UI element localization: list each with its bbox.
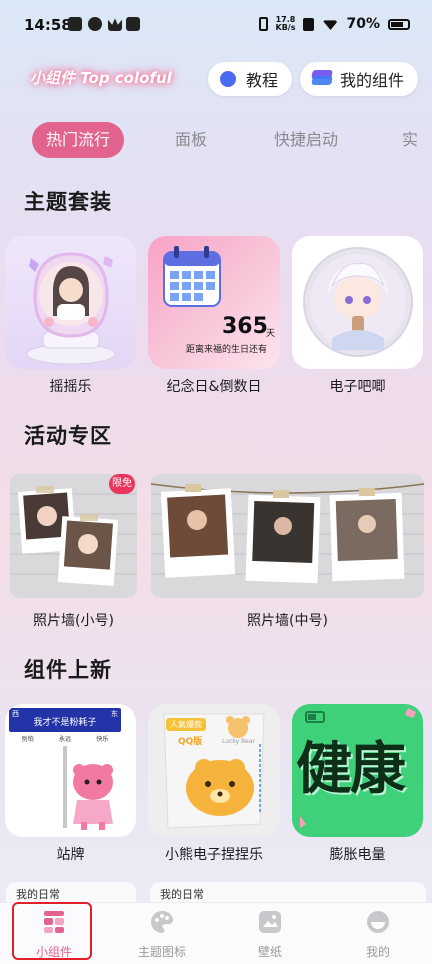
widget-label-battery: 膨胀电量 [329, 847, 386, 863]
nav-wallpaper[interactable]: 壁纸 [216, 909, 324, 960]
clock: 14:58 [24, 16, 72, 34]
tutorial-button[interactable]: 教程 [208, 62, 293, 96]
tab-panel[interactable]: 面板 [175, 122, 207, 158]
quokka-illustration [63, 746, 113, 830]
profile-icon [367, 911, 389, 933]
sim-icon [303, 17, 315, 31]
widget-card-badge[interactable] [292, 236, 423, 369]
widget-label-bear-squeeze: 小熊电子捏捏乐 [165, 847, 263, 863]
network-speed: 17.8 KB/s [275, 15, 296, 32]
wallpaper-icon [259, 911, 281, 933]
tab-practical[interactable]: 实 [402, 122, 418, 158]
nav-theme-icons-label: 主题图标 [137, 945, 186, 959]
widget-card-bear-squeeze[interactable]: 人氣爆款 QQ版 Lucky Bear [148, 704, 280, 837]
my-widgets-button[interactable]: 我的组件 [300, 62, 419, 96]
calendar-caption: 距离来福的生日还有 [186, 345, 268, 355]
free-badge: 限免 [109, 474, 135, 494]
section-title-theme: 主题套装 [24, 190, 112, 214]
shake-preview [26, 252, 116, 365]
widget-card-station-sign[interactable]: 西 东 我才不是粉耗子 别怕 永远 快乐 [5, 704, 136, 837]
widget-card-photo-wall-medium[interactable] [151, 474, 424, 598]
badge-preview [303, 247, 413, 357]
tab-hot[interactable]: 热门流行 [32, 122, 125, 158]
bear-sub: QQ版 [178, 737, 203, 747]
brick-wall-medium [151, 483, 424, 584]
widget-label-station-sign: 站牌 [56, 847, 85, 863]
widget-label-anniversary: 纪念日&倒数日 [166, 379, 262, 395]
wifi-icon [322, 20, 339, 30]
nav-wallpaper-label: 壁纸 [257, 945, 282, 959]
vibrate-icon [258, 17, 268, 31]
health-text: 健康 [296, 737, 406, 802]
crown-icon [108, 18, 122, 31]
status-right: 17.8 KB/s 70% [258, 15, 410, 32]
section-title-new: 组件上新 [24, 658, 112, 682]
section-title-activity: 活动专区 [24, 424, 112, 448]
widget-card-shake[interactable] [5, 236, 136, 369]
brand-logo: 小组件 Top coloful [30, 69, 172, 87]
category-tabs: 热门流行 面板 快捷启动 实 [0, 122, 432, 162]
widget-label-photo-wall-medium: 照片墙(中号) [247, 613, 328, 629]
widget-card-photo-wall-small[interactable]: 限免 [10, 474, 137, 598]
tutorial-icon [220, 71, 236, 87]
widget-label-shake: 摇摇乐 [49, 379, 92, 395]
palette-icon [151, 911, 173, 933]
widget-label-badge: 电子吧唧 [329, 379, 386, 395]
widget-card-battery[interactable]: 健康 [292, 704, 423, 837]
battery-icon [388, 18, 410, 30]
status-bar: 14:58 17.8 KB/s 70% [0, 0, 432, 50]
calendar-unit: 天 [266, 329, 276, 339]
mail-icon [126, 17, 140, 31]
next-section-peek-left: 我的日常 [6, 882, 136, 904]
widget-card-anniversary[interactable]: 365 天 距离来福的生日还有 [148, 236, 280, 369]
tab-quick-launch[interactable]: 快捷启动 [274, 122, 338, 158]
nav-theme-icons[interactable]: 主题图标 [108, 909, 216, 960]
nav-profile-label: 我的 [365, 945, 390, 959]
layers-icon [311, 70, 333, 88]
bear-mini: Lucky Bear [222, 738, 256, 745]
nav-profile[interactable]: 我的 [324, 909, 432, 960]
next-section-peek-right: 我的日常 [150, 882, 426, 904]
bear-tag: 人氣爆款 [166, 718, 206, 731]
calendar-days: 365 [222, 314, 268, 339]
my-widgets-label: 我的组件 [340, 71, 405, 90]
selection-highlight [12, 902, 92, 960]
tutorial-label: 教程 [246, 71, 279, 90]
notification-icon [68, 17, 82, 31]
widget-label-photo-wall-small: 照片墙(小号) [33, 613, 114, 629]
battery-percent: 70% [346, 16, 380, 32]
app-notification-icon [88, 17, 102, 31]
